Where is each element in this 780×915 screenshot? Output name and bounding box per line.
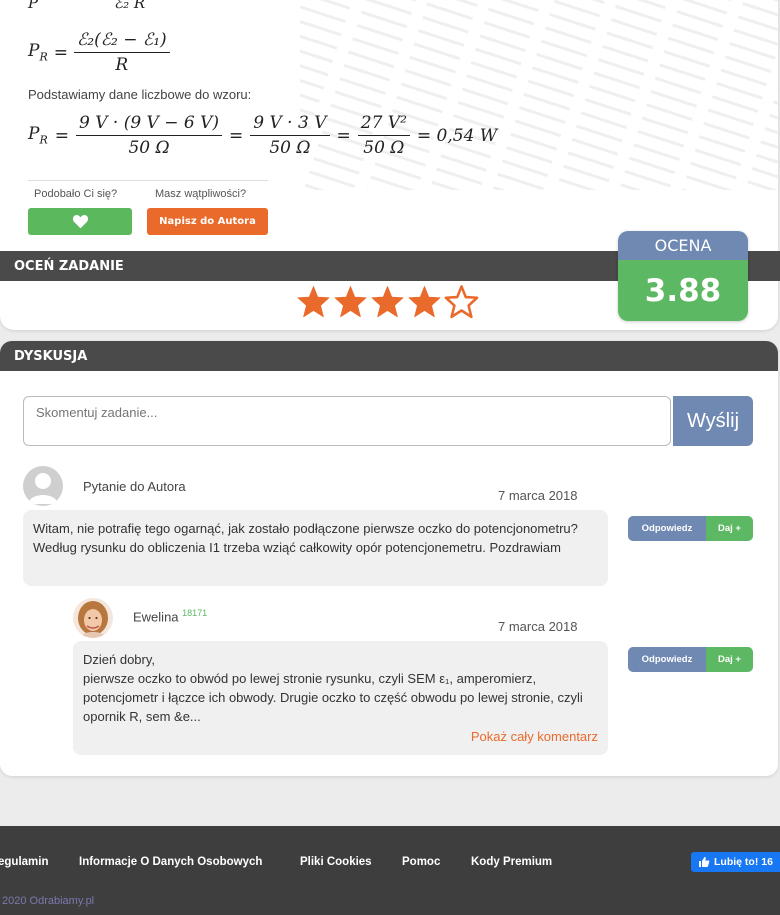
discussion-section-title: DYSKUSJA xyxy=(14,348,88,364)
send-button[interactable]: Wyślij xyxy=(673,396,753,446)
write-to-author-button[interactable]: Napisz do Autora xyxy=(147,208,268,235)
copyright: 2020 Odrabiamy.pl xyxy=(2,895,95,907)
reply-button[interactable]: Odpowiedz xyxy=(628,516,706,541)
heart-icon xyxy=(72,214,88,229)
formula-power: PR = ℰ₂(ℰ₂ − ℰ₁) R xyxy=(28,30,170,75)
footer-link-cookies[interactable]: Pliki Cookies xyxy=(300,856,372,868)
comment-body: pierwsze oczko to obwód po lewej stronie… xyxy=(83,671,583,724)
rating-box: OCENA 3.88 xyxy=(618,231,748,321)
reply-button[interactable]: Odpowiedz xyxy=(628,647,706,672)
thumbs-up-icon xyxy=(699,857,710,867)
user-icon xyxy=(28,473,58,504)
feedback-divider xyxy=(28,180,268,181)
star-filled-icon[interactable] xyxy=(370,285,405,319)
avatar xyxy=(23,466,63,506)
rate-section-title: OCEŃ ZADANIE xyxy=(14,258,124,274)
footer-link-regulamin[interactable]: egulamin xyxy=(0,856,48,868)
star-filled-icon[interactable] xyxy=(407,285,442,319)
like-button[interactable] xyxy=(28,208,132,235)
avatar xyxy=(73,598,113,638)
user-points: 18171 xyxy=(182,608,208,618)
comment-author: Pytanie do Autora xyxy=(83,479,186,494)
comment-text: Witam, nie potrafię tego ogarnąć, jak zo… xyxy=(23,510,608,586)
comment-input[interactable] xyxy=(23,396,671,446)
user-photo-icon xyxy=(78,601,108,638)
like-label: Podobało Ci się? xyxy=(34,188,118,200)
comment-greeting: Dzień dobry, xyxy=(83,652,156,667)
rating-value: 3.88 xyxy=(618,260,748,321)
formula-numeric: PR = 9 V · (9 V − 6 V) 50 Ω = 9 V · 3 V … xyxy=(28,113,498,158)
comment-text: Dzień dobry, pierwsze oczko to obwód po … xyxy=(73,641,608,755)
star-rating xyxy=(296,285,479,319)
give-plus-button[interactable]: Daj + xyxy=(706,647,753,672)
comment-author-name: Ewelina xyxy=(133,609,179,625)
show-full-comment-link[interactable]: Pokaż cały komentarz xyxy=(471,729,598,744)
comment-actions: Odpowiedz Daj + xyxy=(628,647,753,672)
give-plus-button[interactable]: Daj + xyxy=(706,516,753,541)
comment-date: 7 marca 2018 xyxy=(498,619,578,634)
footer-link-privacy[interactable]: Informacje O Danych Osobowych xyxy=(79,856,262,868)
star-filled-icon[interactable] xyxy=(296,285,331,319)
facebook-like-button[interactable]: Lubię to! 16 xyxy=(691,852,780,872)
comment-date: 7 marca 2018 xyxy=(498,488,578,503)
star-empty-icon[interactable] xyxy=(444,285,479,319)
star-filled-icon[interactable] xyxy=(333,285,368,319)
facebook-like-label: Lubię to! 16 xyxy=(714,856,773,868)
rating-heading: OCENA xyxy=(618,231,748,260)
footer-link-help[interactable]: Pomoc xyxy=(402,856,440,868)
comment-actions: Odpowiedz Daj + xyxy=(628,516,753,541)
comment-author: Ewelina 18171 xyxy=(133,608,207,624)
footer xyxy=(0,826,780,915)
substitution-intro: Podstawiamy dane liczbowe do wzoru: xyxy=(28,87,252,102)
doubt-label: Masz wątpliwości? xyxy=(155,188,247,200)
footer-link-premium[interactable]: Kody Premium xyxy=(471,856,552,868)
discussion-section-header: DYSKUSJA xyxy=(0,341,778,371)
